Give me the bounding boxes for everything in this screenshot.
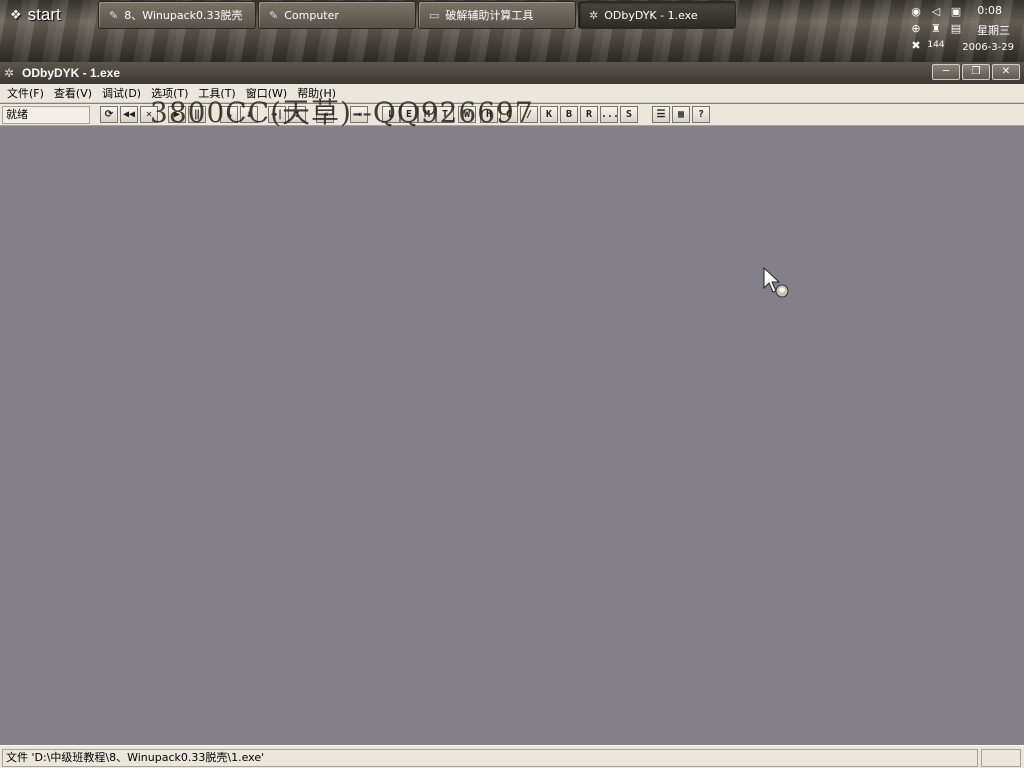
taskbar-item-computer[interactable]: ✎ Computer [258,1,416,29]
rewind-button[interactable]: ◀◀ [120,106,138,123]
patches-button[interactable]: / [520,106,538,123]
tray-badge[interactable]: 144 [927,38,944,52]
app-icon[interactable]: ✲ [4,66,18,80]
taskbar-item-label: 破解辅助计算工具 [445,9,534,22]
close-button[interactable]: ✕ [992,64,1020,80]
shield-icon[interactable]: ♜ [928,21,944,35]
mdi-client-area[interactable] [0,127,1024,745]
window-titlebar[interactable]: ✲ ODbyDYK - 1.exe ─ ❐ ✕ [0,62,1024,84]
tools-icon[interactable]: ✖ [908,38,924,52]
calculator-icon: ▭ [429,8,440,22]
network-icon[interactable]: ▣ [948,4,964,18]
clock-date: 2006-3-29 [962,42,1014,53]
references-button[interactable]: R [580,106,598,123]
execute-till-return-button[interactable]: ⇥ [316,106,334,123]
handles-button[interactable]: H [480,106,498,123]
menu-tools[interactable]: 工具(T) [193,85,240,101]
start-button[interactable]: ❖ start [4,2,94,28]
minimize-button[interactable]: ─ [932,64,960,80]
close-program-button[interactable]: ✕ [140,106,158,123]
menu-options[interactable]: 选项(T) [146,85,193,101]
memory-map-button[interactable]: M [418,106,436,123]
toolbar: 就绪 ⟳ ◀◀ ✕ ▶ ‖ ↘ ↓ →| ↧ ⇥ ⇥ L E M T W H C… [0,104,1024,126]
busy-cursor-icon [763,266,789,298]
debugger-icon: ✲ [589,8,599,22]
step-over-button[interactable]: ↓ [240,106,258,123]
system-tray: ◉ ◁ ▣ ⊕ ♜ ▤ ✖ 144 0:08 星期三 2006-3-29 [904,0,1024,62]
threads-button[interactable]: T [436,106,454,123]
input-method-icon[interactable]: ⊕ [908,21,924,35]
pause-button[interactable]: ‖ [188,106,206,123]
menu-help[interactable]: 帮助(H) [292,85,341,101]
clock-time: 0:08 [977,4,1002,17]
options-list-icon[interactable]: ☰ [652,106,670,123]
menu-bar: 文件(F) 查看(V) 调试(D) 选项(T) 工具(T) 窗口(W) 帮助(H… [0,84,1024,103]
taskbar-item-calculator[interactable]: ▭ 破解辅助计算工具 [418,1,576,29]
tray-icons: ◉ ◁ ▣ ⊕ ♜ ▤ ✖ 144 [908,4,968,52]
restart-button[interactable]: ⟳ [100,106,118,123]
taskbar-item-label: Computer [284,8,339,22]
appearance-icon[interactable]: ▦ [672,106,690,123]
executables-button[interactable]: E [400,106,418,123]
cpu-button[interactable]: C [500,106,518,123]
taskbar-item-label: ODbyDYK - 1.exe [604,8,698,22]
help-icon[interactable]: ? [692,106,710,123]
pencil-icon: ✎ [109,8,119,22]
run-trace-button[interactable]: ... [600,106,619,123]
run-button[interactable]: ▶ [168,106,186,123]
menu-view[interactable]: 查看(V) [49,85,97,101]
window-controls: ─ ❐ ✕ [932,64,1020,80]
globe-icon[interactable]: ◉ [908,4,924,18]
goto-button[interactable]: ⇥ [350,106,368,123]
menu-window[interactable]: 窗口(W) [241,85,292,101]
status-message: 文件 'D:\中级班教程\8、Winupack0.33脱壳\1.exe' [2,749,978,767]
volume-icon[interactable]: ◁ [928,4,944,18]
trace-into-button[interactable]: →| [268,106,286,123]
trace-over-button[interactable]: ↧ [288,106,306,123]
restore-button[interactable]: ❐ [962,64,990,80]
source-button[interactable]: S [620,106,638,123]
taskbar: ❖ start ✎ 8、Winupack0.33脱壳 ✎ Computer ▭ … [0,0,1024,62]
status-ready-field: 就绪 [2,106,90,124]
status-side-panel [981,749,1021,767]
taskbar-item-label: 8、Winupack0.33脱壳 [124,9,243,22]
pencil-icon: ✎ [269,8,279,22]
windows-logo-icon: ❖ [10,7,22,22]
clock-day: 星期三 [977,24,1010,37]
window-title: ODbyDYK - 1.exe [22,66,121,80]
taskbar-item-ollydbg[interactable]: ✲ ODbyDYK - 1.exe [578,1,736,29]
menu-debug[interactable]: 调试(D) [97,85,146,101]
windows-button[interactable]: W [458,106,476,123]
start-label: start [27,5,61,24]
log-window-button[interactable]: L [382,106,400,123]
monitor-icon[interactable]: ▤ [948,21,964,35]
call-stack-button[interactable]: K [540,106,558,123]
taskbar-item-winupack[interactable]: ✎ 8、Winupack0.33脱壳 [98,1,256,29]
step-into-button[interactable]: ↘ [220,106,238,123]
menu-file[interactable]: 文件(F) [2,85,49,101]
status-bar: 文件 'D:\中级班教程\8、Winupack0.33脱壳\1.exe' [0,745,1024,768]
breakpoints-button[interactable]: B [560,106,578,123]
